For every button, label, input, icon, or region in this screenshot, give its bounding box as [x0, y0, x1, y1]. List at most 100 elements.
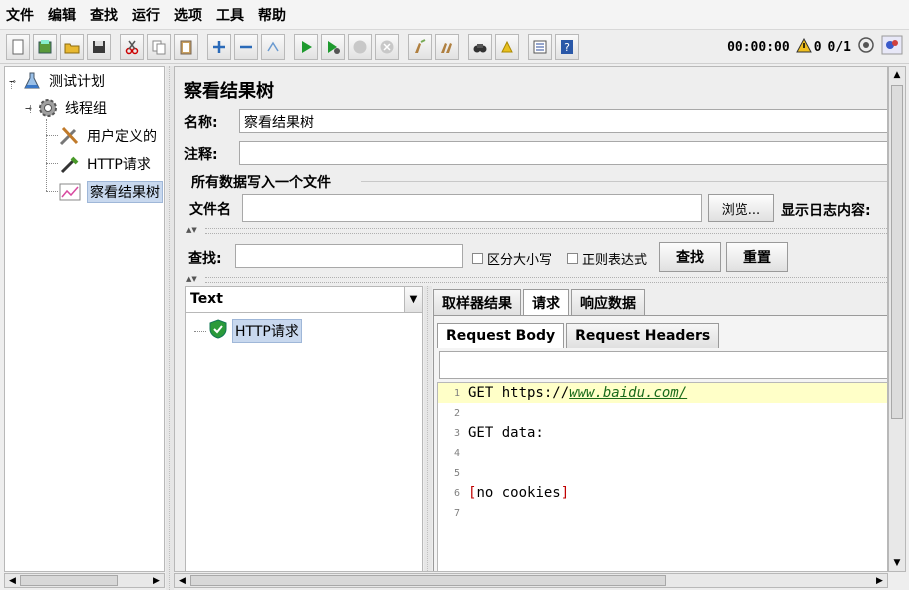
- name-label: 名称:: [184, 115, 218, 131]
- url-link[interactable]: www.baidu.com/: [569, 385, 687, 401]
- warning-count: 0: [813, 39, 822, 55]
- name-input[interactable]: 察看结果树: [239, 109, 887, 133]
- divider[interactable]: [205, 277, 887, 283]
- request-subtabs: Request Body Request Headers: [437, 323, 721, 348]
- scroll-right-icon[interactable]: ▶: [149, 576, 164, 586]
- reset-search-icon[interactable]: [495, 33, 519, 60]
- code-line: 1 GET https://www.baidu.com/: [438, 383, 887, 403]
- menu-help[interactable]: 帮助: [258, 5, 286, 25]
- paste-icon[interactable]: [174, 33, 198, 60]
- svg-text:?: ?: [564, 41, 570, 54]
- case-sensitive-checkbox[interactable]: 区分大小写: [472, 249, 552, 268]
- code-line: 7: [453, 507, 460, 519]
- function-helper-icon[interactable]: [528, 33, 552, 60]
- request-body-editor[interactable]: 1 GET https://www.baidu.com/ 2 3 GET dat…: [437, 382, 887, 571]
- filename-input[interactable]: [242, 194, 702, 222]
- toggle-icon[interactable]: [261, 33, 285, 60]
- comment-input[interactable]: [239, 141, 887, 165]
- clear-all-icon[interactable]: [435, 33, 459, 60]
- new-icon[interactable]: [6, 33, 30, 60]
- scroll-left-icon[interactable]: ◀: [175, 576, 190, 586]
- file-group-title: 所有数据写入一个文件: [191, 175, 331, 191]
- tab-request-headers[interactable]: Request Headers: [566, 323, 720, 348]
- cut-icon[interactable]: [120, 33, 144, 60]
- scroll-up-icon[interactable]: ▲: [889, 67, 905, 83]
- checkbox-box[interactable]: [472, 253, 483, 264]
- find-button[interactable]: 查找: [659, 242, 721, 272]
- menu-options[interactable]: 选项: [174, 5, 202, 25]
- log-content-label: 显示日志内容:: [781, 203, 871, 219]
- help-icon[interactable]: ?: [555, 33, 579, 60]
- tree-node-thread-group[interactable]: ⊸ 线程组: [25, 96, 107, 120]
- remote-status-icon: [857, 36, 875, 58]
- elapsed-timer: 00:00:00: [727, 39, 790, 55]
- regex-checkbox[interactable]: 正则表达式: [567, 249, 647, 268]
- tab-request[interactable]: 请求: [523, 289, 569, 315]
- collapse-down-icon[interactable]: ▲▼: [186, 275, 197, 283]
- code-line: 5: [453, 467, 460, 479]
- tab-response-data[interactable]: 响应数据: [571, 289, 645, 315]
- tab-request-body[interactable]: Request Body: [437, 323, 565, 348]
- scroll-right-icon[interactable]: ▶: [872, 576, 887, 586]
- save-icon[interactable]: [87, 33, 111, 60]
- templates-icon[interactable]: [33, 33, 57, 60]
- test-plan-tree: ⊸ 测试计划 ⊸ 线程组 用户定义的 HTTP请求 察看结果树: [4, 66, 165, 572]
- renderer-select[interactable]: Text ▼: [186, 287, 422, 313]
- run-status: 00:00:00 0 0/1: [721, 34, 903, 60]
- log-viewer-icon[interactable]: [881, 35, 903, 59]
- wrench-icon: [57, 124, 83, 148]
- menu-edit[interactable]: 编辑: [48, 5, 76, 25]
- chart-icon: [57, 180, 83, 204]
- tree-node-view-results-tree[interactable]: 察看结果树: [57, 180, 163, 204]
- browse-button[interactable]: 浏览...: [708, 194, 774, 222]
- tree-node-test-plan[interactable]: ⊸ 测试计划: [9, 69, 105, 93]
- result-item-http-request[interactable]: HTTP请求: [208, 319, 302, 343]
- scroll-thumb[interactable]: [891, 85, 903, 419]
- filename-label: 文件名: [189, 202, 231, 218]
- clear-icon[interactable]: [408, 33, 432, 60]
- code-line: 4: [453, 447, 460, 459]
- copy-icon[interactable]: [147, 33, 171, 60]
- view-results-tree-panel: 察看结果树 名称: 察看结果树 注释: 所有数据写入一个文件 文件名 浏览...…: [174, 66, 888, 572]
- expand-handle-icon[interactable]: ⊸: [25, 104, 35, 113]
- divider[interactable]: [205, 228, 887, 234]
- checkbox-box[interactable]: [567, 253, 578, 264]
- scroll-left-icon[interactable]: ◀: [5, 576, 20, 586]
- panel-vertical-scrollbar[interactable]: ▲ ▼: [888, 66, 906, 572]
- collapse-up-icon[interactable]: ▲▼: [186, 226, 197, 234]
- code-line: 6 [no cookies]: [453, 485, 570, 501]
- results-splitter[interactable]: [424, 286, 432, 571]
- expand-handle-icon[interactable]: ⊸: [9, 77, 19, 86]
- menu-file[interactable]: 文件: [6, 5, 34, 25]
- menu-search[interactable]: 查找: [90, 5, 118, 25]
- panel-horizontal-scrollbar[interactable]: ◀ ▶: [174, 573, 888, 588]
- scroll-down-icon[interactable]: ▼: [889, 555, 905, 571]
- open-icon[interactable]: [60, 33, 84, 60]
- main-splitter[interactable]: [166, 66, 174, 590]
- tab-sampler-result[interactable]: 取样器结果: [433, 289, 521, 315]
- menu-tools[interactable]: 工具: [216, 5, 244, 25]
- chevron-down-icon[interactable]: ▼: [404, 287, 422, 312]
- start-icon[interactable]: [294, 33, 318, 60]
- scroll-thumb[interactable]: [20, 575, 118, 586]
- stop-icon[interactable]: [348, 33, 372, 60]
- request-body-search[interactable]: [439, 351, 887, 379]
- tree-horizontal-scrollbar[interactable]: ◀ ▶: [4, 573, 165, 588]
- collapse-icon[interactable]: [234, 33, 258, 60]
- tree-node-http-request[interactable]: HTTP请求: [57, 152, 151, 176]
- tree-node-user-defined-vars[interactable]: 用户定义的: [57, 124, 157, 148]
- result-tabs: 取样器结果 请求 响应数据: [433, 289, 647, 315]
- expand-icon[interactable]: [207, 33, 231, 60]
- menu-run[interactable]: 运行: [132, 5, 160, 25]
- menu-bar: 文件 编辑 查找 运行 选项 工具 帮助: [0, 0, 909, 30]
- start-no-pause-icon[interactable]: [321, 33, 345, 60]
- shutdown-icon[interactable]: [375, 33, 399, 60]
- code-line: 2: [453, 407, 460, 419]
- search-input[interactable]: [235, 244, 463, 268]
- scroll-thumb[interactable]: [190, 575, 666, 586]
- warning-icon[interactable]: [795, 37, 812, 57]
- search-icon[interactable]: [468, 33, 492, 60]
- results-list: Text ▼ HTTP请求: [185, 286, 423, 571]
- search-label: 查找:: [188, 251, 222, 267]
- reset-button[interactable]: 重置: [726, 242, 788, 272]
